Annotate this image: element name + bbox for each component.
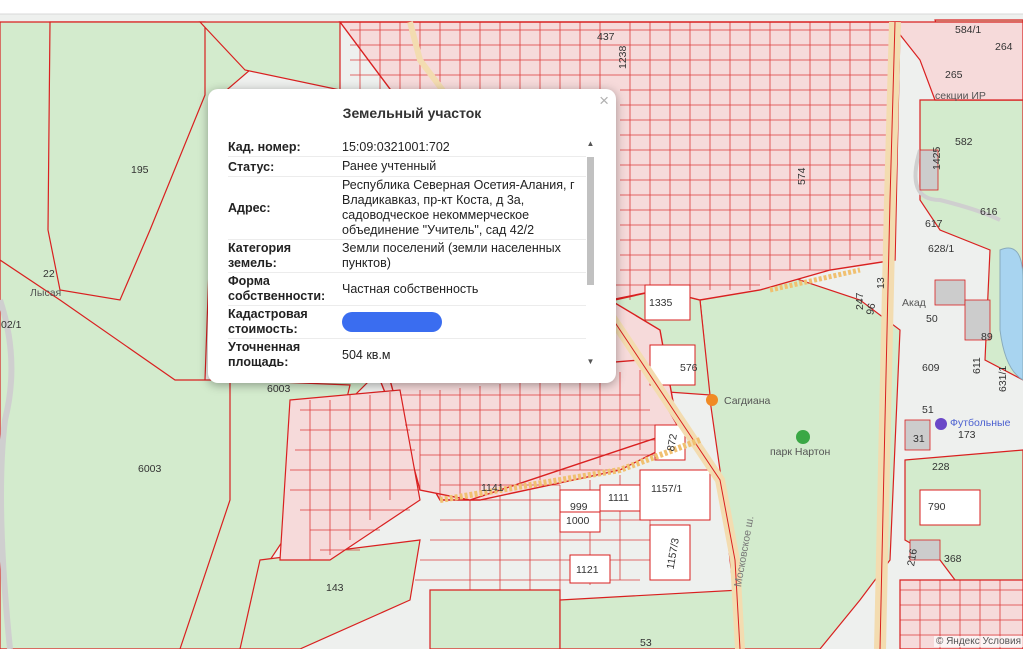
close-icon[interactable]: × — [599, 91, 609, 111]
map-label: 611 — [971, 357, 983, 374]
map-label: 143 — [326, 582, 344, 594]
map-label: 6003 — [138, 463, 162, 475]
map-attribution[interactable]: © Яндекс Условия — [933, 636, 1023, 647]
area-value: 504 кв.м — [342, 347, 391, 362]
place-label: Футбольные — [950, 417, 1011, 429]
popup-body[interactable]: Кад. номер: 15:09:0321001:702 Статус: Ра… — [228, 139, 586, 367]
map-label: 1141 — [481, 482, 504, 494]
place-label: Сагдиана — [724, 395, 771, 407]
map-label: 609 — [922, 362, 940, 374]
map-label: 265 — [945, 69, 963, 81]
row-key: Кадастровая стоимость: — [228, 307, 308, 336]
place-label: Акад — [902, 297, 926, 309]
map-label: 89 — [981, 331, 993, 343]
map-label: 790 — [928, 501, 946, 513]
info-row: Адрес: Республика Северная Осетия-Алания… — [228, 177, 586, 240]
popup-scrollbar[interactable]: ▲ ▼ — [585, 139, 596, 367]
park-marker[interactable] — [796, 430, 810, 444]
info-row: Статус: Ранее учтенный — [228, 157, 586, 177]
map-label: 368 — [944, 553, 962, 565]
map-label: 228 — [932, 461, 950, 473]
land-category-value: Земли поселений (земли населенных пункто… — [342, 241, 561, 270]
map-label: 195 — [131, 164, 149, 176]
row-key: Адрес: — [228, 200, 271, 215]
popup-title: Земельный участок — [342, 105, 482, 121]
map-label: 173 — [958, 429, 976, 441]
football-marker[interactable] — [935, 418, 947, 430]
ownership-value: Частная собственность — [342, 281, 479, 296]
map-label: 13 — [875, 277, 887, 289]
status-value: Ранее учтенный — [342, 159, 437, 173]
place-label: парк Нартон — [770, 446, 830, 458]
map-label: 999 — [570, 501, 588, 513]
row-key: Уточненная площадь: — [228, 340, 301, 367]
map-label: 1121 — [576, 564, 599, 576]
map-label: 31 — [913, 433, 925, 445]
map-label: 574 — [796, 167, 808, 185]
cadastral-number: 15:09:0321001:702 — [342, 140, 450, 154]
map-label: 1238 — [617, 45, 629, 69]
map-label: 628/1 — [928, 243, 954, 255]
redacted-value — [342, 312, 442, 332]
map-label: 1157/1 — [651, 483, 682, 495]
row-key: Форма собственности: — [228, 274, 326, 303]
map-label: 582 — [955, 136, 973, 148]
map-label: 1335 — [649, 297, 673, 309]
info-row: Кад. номер: 15:09:0321001:702 — [228, 139, 586, 157]
row-key: Кад. номер: — [228, 140, 301, 154]
cadastral-value-cell — [342, 306, 586, 338]
info-row: Уточненная площадь: 504 кв.м — [228, 339, 586, 367]
map-label: 247 — [854, 292, 866, 310]
info-row: Форма собственности: Частная собственнос… — [228, 273, 586, 306]
map-label: 53 — [640, 637, 652, 649]
map-label: 631/1 — [997, 366, 1009, 392]
scroll-thumb[interactable] — [587, 157, 594, 285]
map-label: 1111 — [608, 492, 629, 504]
map-label: 616 — [980, 206, 998, 218]
place-label: секции ИР — [935, 90, 986, 102]
parcel-info-popup: Земельный участок × Кад. номер: 15:09:03… — [208, 89, 616, 383]
info-row: Кадастровая стоимость: — [228, 306, 586, 339]
map-label: 50 — [926, 313, 938, 325]
address-value: Республика Северная Осетия-Алания, г Вла… — [342, 178, 575, 237]
map-label: 576 — [680, 362, 698, 374]
map-label: 96 — [864, 302, 878, 316]
map-label: 1425 — [931, 146, 943, 170]
map-label: 51 — [922, 404, 934, 416]
map-label: 584/1 — [955, 24, 981, 36]
scroll-down-icon[interactable]: ▼ — [586, 357, 595, 367]
map-label: 437 — [597, 31, 615, 43]
row-key: Категория земель: — [228, 241, 292, 270]
row-key: Статус: — [228, 160, 275, 174]
map-label: 6003 — [267, 383, 291, 395]
map-label: 264 — [995, 41, 1013, 53]
sagdiana-marker[interactable] — [706, 394, 718, 406]
map-label: 1000 — [566, 515, 590, 527]
info-row: Категория земель: Земли поселений (земли… — [228, 240, 586, 273]
place-label: Лысая — [30, 287, 61, 299]
map-label: 617 — [925, 218, 943, 230]
map-label: 02/1 — [1, 319, 22, 331]
scroll-up-icon[interactable]: ▲ — [586, 139, 595, 149]
map-label: 22 — [43, 268, 55, 280]
